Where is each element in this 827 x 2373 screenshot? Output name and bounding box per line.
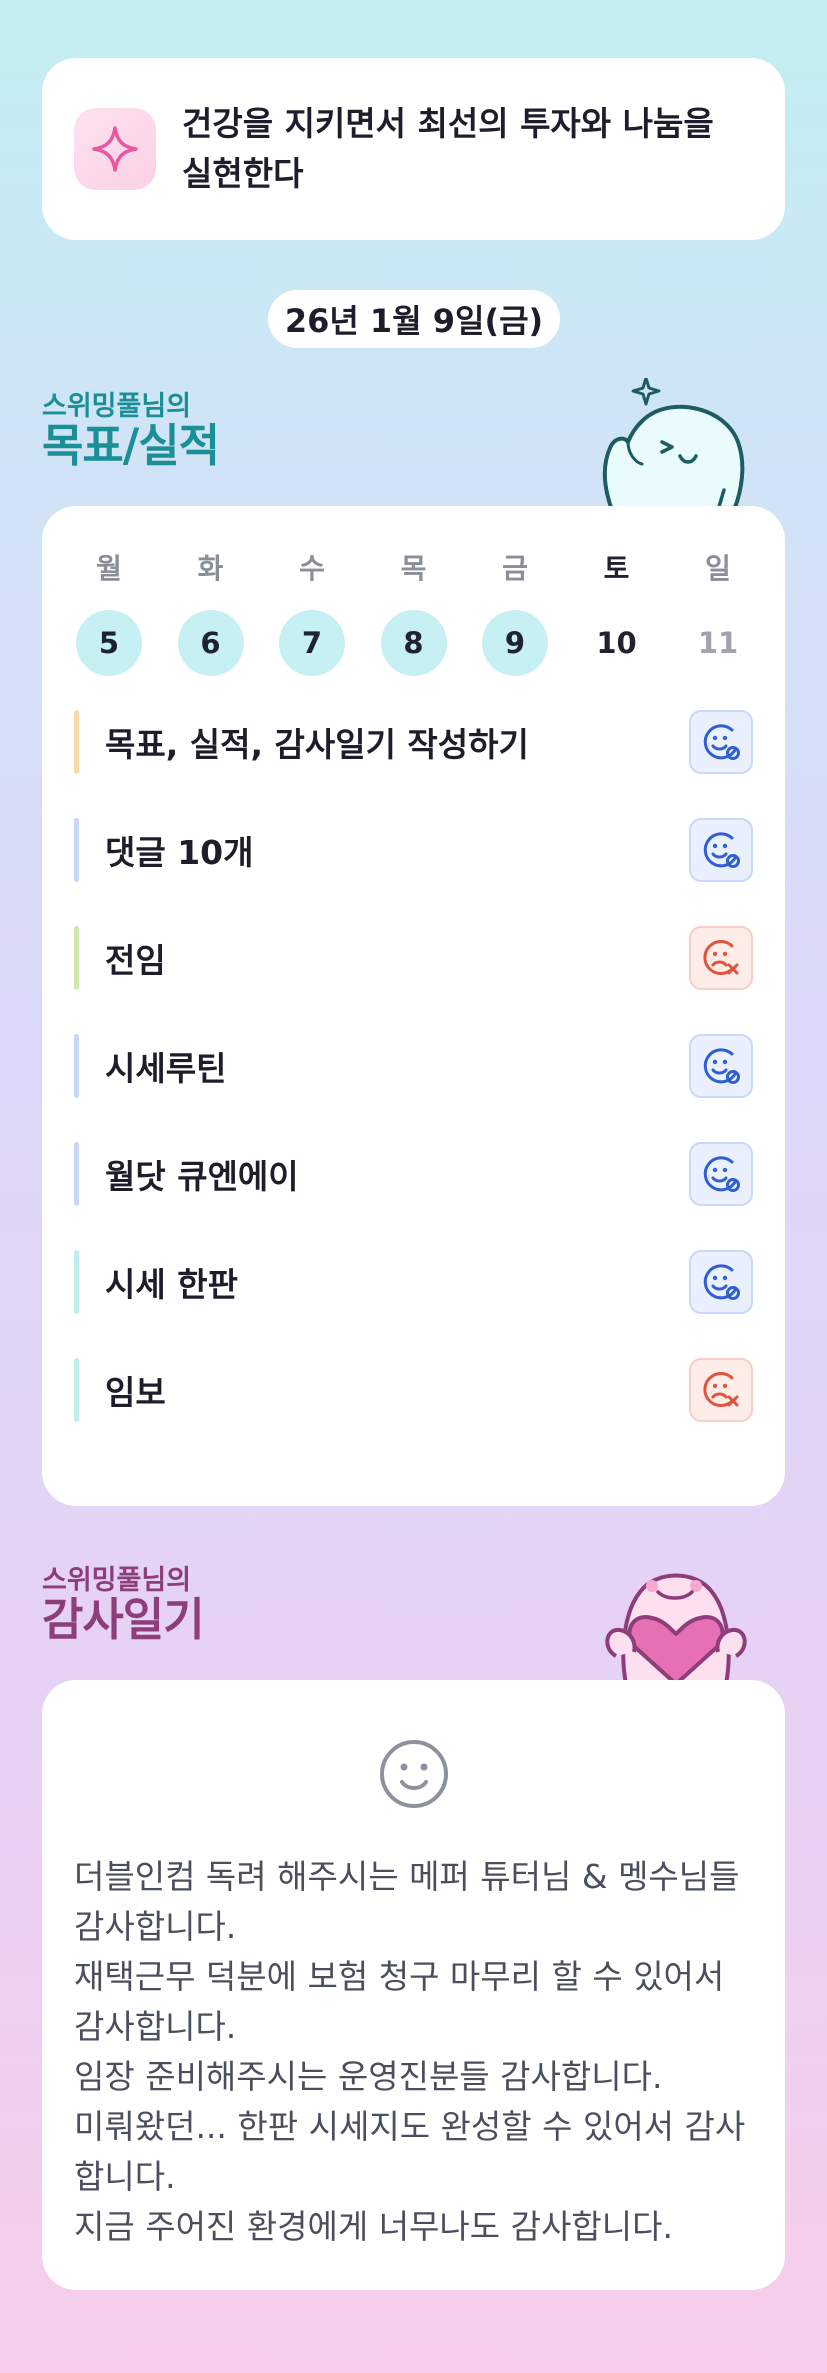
task-info: 전임	[74, 926, 166, 990]
task-info: 시세루틴	[74, 1034, 226, 1098]
task-label: 임보	[105, 1373, 166, 1412]
task-row[interactable]: 전임	[74, 926, 753, 990]
task-label: 전임	[105, 941, 166, 980]
done-status-icon[interactable]	[689, 710, 753, 774]
failed-status-icon[interactable]	[689, 926, 753, 990]
day-number: 11	[697, 626, 739, 660]
failed-status-icon[interactable]	[689, 1358, 753, 1422]
task-info: 시세 한판	[74, 1250, 238, 1314]
smile-face-icon[interactable]	[378, 1738, 450, 1810]
task-color-bar	[74, 818, 79, 882]
calendar-day[interactable]: 금9	[482, 552, 548, 676]
task-color-bar	[74, 1034, 79, 1098]
week-calendar: 월 5 화 6 수 7 목 8 금 9 토 10 일 11	[74, 552, 753, 676]
calendar-day[interactable]: 목8	[380, 552, 447, 676]
sparkle-icon	[74, 108, 156, 190]
day-number: 7	[279, 610, 345, 676]
task-row[interactable]: 시세 한판	[74, 1250, 753, 1314]
day-name: 화	[197, 552, 224, 585]
task-label: 시세 한판	[105, 1265, 238, 1304]
day-name: 수	[299, 552, 325, 585]
calendar-day[interactable]: 일 11	[685, 552, 751, 676]
day-number: 9	[482, 610, 548, 676]
date-selector[interactable]: 26년 1월 9일(금)	[268, 290, 560, 348]
task-color-bar	[74, 1250, 79, 1314]
task-info: 월닷 큐엔에이	[74, 1142, 299, 1206]
day-name: 월	[96, 552, 122, 585]
mascot-illustration	[598, 376, 750, 512]
gratitude-section-heading: 감사일기	[42, 1593, 205, 1646]
task-color-bar	[74, 926, 79, 990]
task-label: 월닷 큐엔에이	[105, 1157, 299, 1196]
day-name: 목	[400, 552, 427, 585]
task-row[interactable]: 시세루틴	[74, 1034, 753, 1098]
done-status-icon[interactable]	[689, 1250, 753, 1314]
task-label: 댓글 10개	[105, 833, 254, 872]
task-color-bar	[74, 1142, 79, 1206]
gratitude-card: 더블인컴 독려 해주시는 메퍼 튜터님 & 멩수님들 감사합니다. 재택근무 덕…	[42, 1680, 785, 2290]
task-label: 시세루틴	[105, 1049, 227, 1088]
task-color-bar	[74, 1358, 79, 1422]
task-label: 목표, 실적, 감사일기 작성하기	[105, 725, 529, 764]
calendar-day[interactable]: 토 10	[584, 552, 650, 676]
day-number: 8	[380, 610, 447, 676]
done-status-icon[interactable]	[689, 818, 753, 882]
calendar-day[interactable]: 월5	[76, 552, 142, 676]
task-row[interactable]: 월닷 큐엔에이	[74, 1142, 753, 1206]
calendar-day[interactable]: 수7	[279, 552, 345, 676]
motto-card: 건강을 지키면서 최선의 투자와 나눔을 실현한다	[42, 58, 785, 240]
goals-section-subtitle: 스위밍풀님의	[42, 391, 192, 422]
day-number: 6	[177, 610, 244, 676]
task-info: 목표, 실적, 감사일기 작성하기	[74, 710, 529, 774]
done-status-icon[interactable]	[689, 1142, 753, 1206]
task-info: 임보	[74, 1358, 166, 1422]
task-color-bar	[74, 710, 79, 774]
task-row[interactable]: 목표, 실적, 감사일기 작성하기	[74, 710, 753, 774]
day-number: 10	[596, 626, 637, 660]
goals-section-title: 스위밍풀님의 목표/실적	[42, 391, 220, 472]
day-name: 토	[603, 552, 630, 585]
day-number: 5	[76, 610, 142, 676]
task-list: 목표, 실적, 감사일기 작성하기댓글 10개전임시세루틴월닷 큐엔에이시세 한…	[74, 710, 753, 1422]
task-row[interactable]: 댓글 10개	[74, 818, 753, 882]
gratitude-text: 더블인컴 독려 해주시는 메퍼 튜터님 & 멩수님들 감사합니다. 재택근무 덕…	[74, 1857, 746, 2246]
task-row[interactable]: 임보	[74, 1358, 753, 1422]
goals-section-heading: 목표/실적	[42, 419, 220, 472]
motto-text: 건강을 지키면서 최선의 투자와 나눔을 실현한다	[182, 104, 714, 193]
calendar-day[interactable]: 화6	[177, 552, 244, 676]
day-name: 일	[705, 552, 731, 585]
gratitude-section-subtitle: 스위밍풀님의	[42, 1565, 192, 1596]
day-name: 금	[502, 552, 528, 585]
goals-card: 월 5 화 6 수 7 목 8 금 9 토 10 일 11 목표, 실적, 감사일기 작성하기 댓글 10개…	[42, 506, 785, 1506]
done-status-icon[interactable]	[689, 1034, 753, 1098]
gratitude-section-title: 스위밍풀님의 감사일기	[42, 1565, 205, 1646]
mascot-heart-illustration	[596, 1552, 756, 1686]
task-info: 댓글 10개	[74, 818, 254, 882]
